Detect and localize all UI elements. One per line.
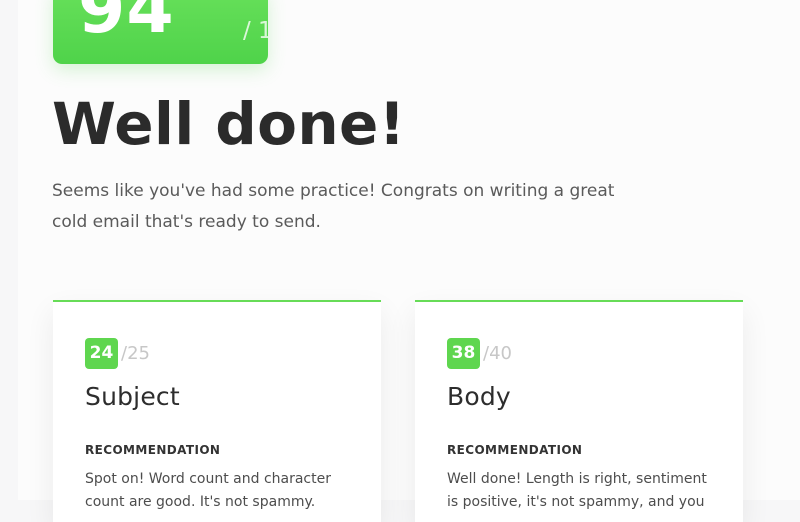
body-recommendation-label: RECOMMENDATION	[447, 443, 583, 457]
body-score-badge: 38	[447, 338, 480, 369]
body-card-title: Body	[447, 382, 511, 411]
body-recommendation-text: Well done! Length is right, sentiment is…	[447, 471, 707, 510]
overall-score-badge: 94 / 100	[53, 0, 268, 64]
subject-recommendation-text: Spot on! Word count and character count …	[85, 471, 331, 510]
subject-score-card: 24 /25 Subject RECOMMENDATION Spot on! W…	[53, 300, 381, 522]
result-subtitle: Seems like you've had some practice! Con…	[52, 181, 615, 232]
subject-card-title: Subject	[85, 382, 180, 411]
result-headline: Well done!	[52, 90, 406, 158]
subject-recommendation-label: RECOMMENDATION	[85, 443, 221, 457]
overall-score-value: 94	[78, 0, 175, 49]
body-score-card: 38 /40 Body RECOMMENDATION Well done! Le…	[415, 300, 743, 522]
subject-score-total: /25	[121, 343, 150, 364]
subject-score-badge: 24	[85, 338, 118, 369]
body-score-total: /40	[483, 343, 512, 364]
overall-score-total: / 100	[243, 18, 268, 44]
